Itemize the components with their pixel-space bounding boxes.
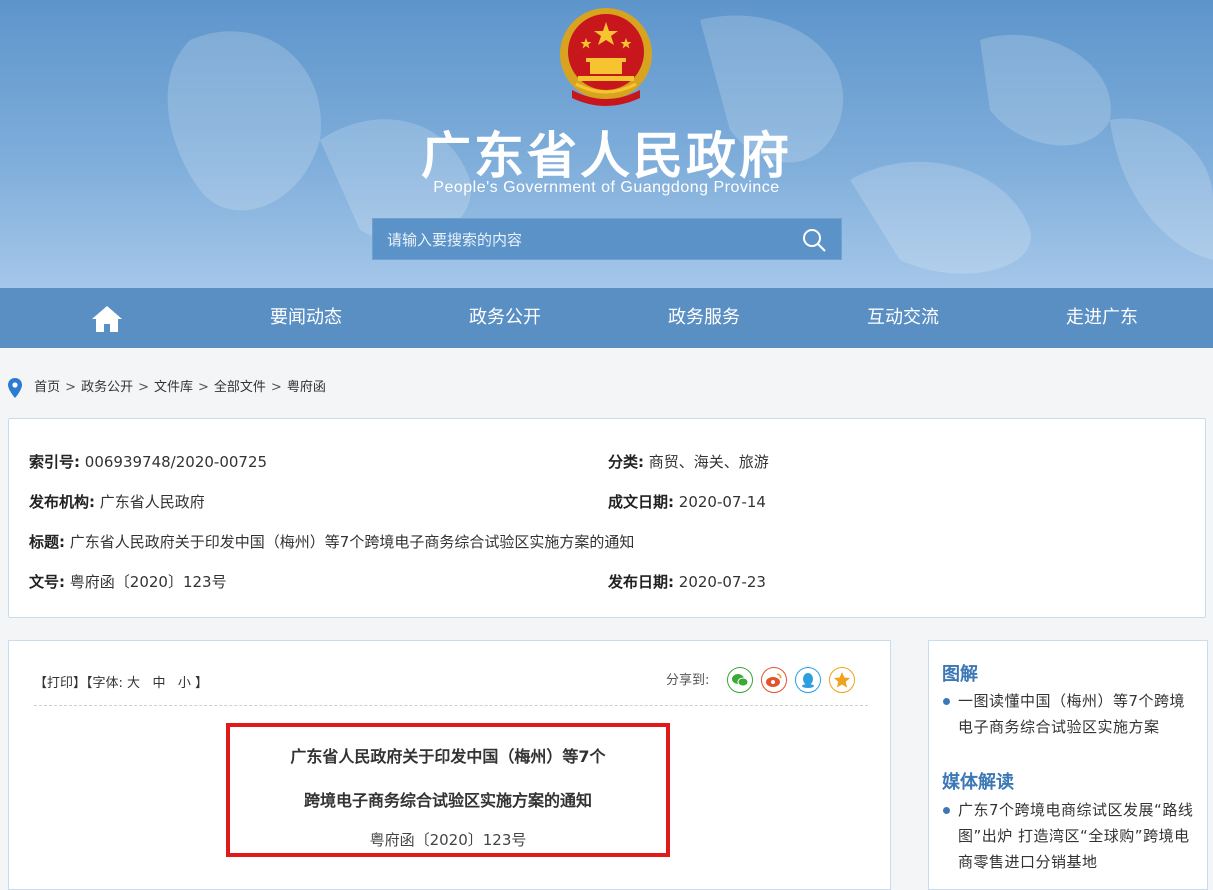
divider [34,705,868,706]
meta-issuer-label: 发布机构: [29,493,95,511]
breadcrumb-separator: > [138,380,149,395]
nav-item-news[interactable]: 要闻动态 [236,288,376,348]
document-meta-panel: 索引号: 006939748/2020-00725 分类: 商贸、海关、旅游 发… [8,418,1206,618]
bullet-icon [943,698,950,705]
meta-title-value: 广东省人民政府关于印发中国（梅州）等7个跨境电子商务综合试验区实施方案的通知 [69,533,635,551]
qzone-share-icon[interactable] [829,667,855,693]
breadcrumb-home[interactable]: 首页 [34,380,60,395]
home-icon[interactable] [90,304,124,334]
search-bar [372,218,842,261]
font-large-button[interactable]: 大 [127,676,140,691]
main-nav: 要闻动态 政务公开 政务服务 互动交流 走进广东 [0,288,1213,348]
meta-index-label: 索引号: [29,453,80,471]
search-icon[interactable] [801,227,827,253]
wechat-share-icon[interactable] [727,667,753,693]
bullet-icon [943,807,950,814]
breadcrumb-separator: > [198,380,209,395]
national-emblem-icon [560,8,652,106]
nav-item-interaction[interactable]: 互动交流 [833,288,973,348]
breadcrumb-separator: > [65,380,77,395]
sidebar-section-media-title: 媒体解读 [942,772,1014,793]
meta-title-label: 标题: [29,533,65,551]
meta-title: 标题: 广东省人民政府关于印发中国（梅州）等7个跨境电子商务综合试验区实施方案的… [29,531,634,552]
breadcrumb-current[interactable]: 粤府函 [287,380,326,395]
sidebar-infographic-link[interactable]: 一图读懂中国（梅州）等7个跨境电子商务综合试验区实施方案 [958,688,1198,740]
article-title-line1: 广东省人民政府关于印发中国（梅州）等7个 [290,747,606,766]
breadcrumb-all-files[interactable]: 全部文件 [214,380,266,395]
nav-item-services[interactable]: 政务服务 [634,288,774,348]
breadcrumb: 首页 > 政务公开 > 文件库 > 全部文件 > 粤府函 [8,376,326,400]
breadcrumb-file-library[interactable]: 文件库 [154,380,193,395]
nav-item-gov-affairs[interactable]: 政务公开 [435,288,575,348]
article-title-line2: 跨境电子商务综合试验区实施方案的通知 [303,791,592,810]
meta-doc-value: 粤府函〔2020〕123号 [69,573,227,591]
meta-published-date: 发布日期: 2020-07-23 [608,571,766,592]
header-banner: 广东省人民政府 People's Government of Guangdong… [0,0,1213,288]
site-title: 广东省人民政府 [421,127,792,185]
font-size-prefix: 【字体: [86,676,123,691]
location-pin-icon [8,377,22,398]
meta-published-label: 发布日期: [608,573,674,591]
font-size-suffix: 】 [195,676,209,691]
search-input[interactable] [385,219,789,261]
sidebar-section-infographic-title: 图解 [942,664,978,685]
meta-index-value: 006939748/2020-00725 [84,453,268,471]
article-title-box: 广东省人民政府关于印发中国（梅州）等7个 跨境电子商务综合试验区实施方案的通知 … [226,723,670,857]
meta-category-value: 商贸、海关、旅游 [648,453,769,471]
meta-created-label: 成文日期: [608,493,674,511]
breadcrumb-separator: > [270,380,282,395]
nav-item-about[interactable]: 走进广东 [1032,288,1172,348]
meta-created-date: 成文日期: 2020-07-14 [608,491,766,512]
meta-index: 索引号: 006939748/2020-00725 [29,451,267,472]
meta-created-value: 2020-07-14 [678,493,766,511]
meta-category: 分类: 商贸、海关、旅游 [608,451,769,472]
article-doc-number: 粤府函〔2020〕123号 [369,831,527,849]
sidebar-media-link[interactable]: 广东7个跨境电商综试区发展“路线图”出炉 打造湾区“全球购”跨境电商零售进口分销… [958,797,1198,875]
meta-issuer-value: 广东省人民政府 [99,493,205,511]
weibo-share-icon[interactable] [761,667,787,693]
meta-doc-label: 文号: [29,573,65,591]
meta-issuer: 发布机构: 广东省人民政府 [29,491,205,512]
site-subtitle: People's Government of Guangdong Provinc… [433,179,780,196]
article-tools: 【打印】【字体: 大 中 小 】 [34,672,208,691]
qq-share-icon[interactable] [795,667,821,693]
meta-doc-number: 文号: 粤府函〔2020〕123号 [29,571,227,592]
font-small-button[interactable]: 小 [178,676,191,691]
share-label: 分享到: [666,673,710,688]
breadcrumb-gov-affairs[interactable]: 政务公开 [81,380,133,395]
meta-category-label: 分类: [608,453,644,471]
meta-published-value: 2020-07-23 [678,573,766,591]
print-button[interactable]: 【打印】 [34,676,86,691]
font-medium-button[interactable]: 中 [152,676,165,691]
